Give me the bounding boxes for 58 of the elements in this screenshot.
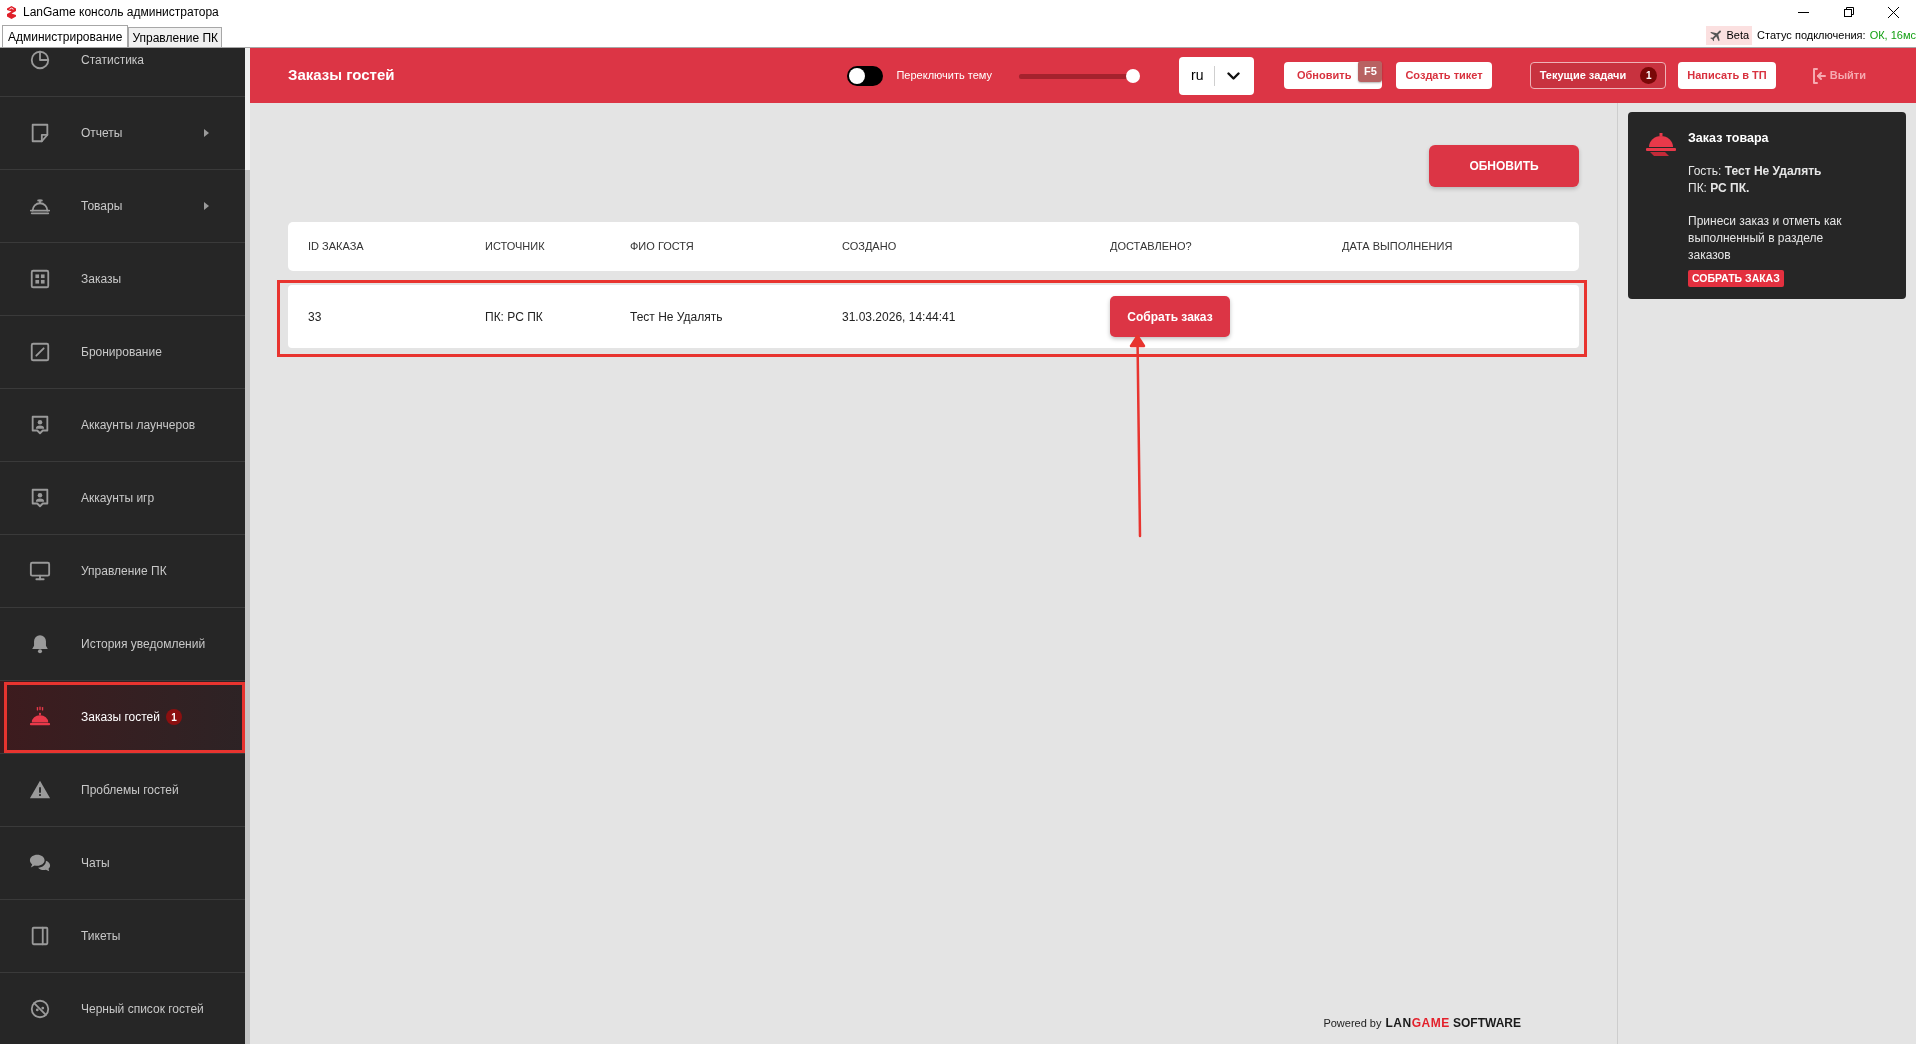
user-card-icon bbox=[29, 487, 51, 509]
count-badge: 1 bbox=[165, 709, 182, 725]
notification-text: ПК: РС ПК. bbox=[1688, 180, 1751, 197]
app-logo-icon bbox=[6, 5, 17, 19]
refresh-button[interactable]: Обновить F5 bbox=[1284, 62, 1383, 89]
header-button[interactable]: Написать в ТП bbox=[1678, 62, 1776, 89]
chat-bubbles-icon bbox=[29, 852, 51, 874]
user-card-icon bbox=[29, 414, 51, 436]
minimize-icon bbox=[1798, 11, 1809, 13]
slider-thumb[interactable] bbox=[1126, 68, 1140, 83]
shortcut-key: F5 bbox=[1358, 61, 1383, 82]
refresh-button[interactable]: ОБНОВИТЬ bbox=[1429, 145, 1579, 187]
monitor-icon bbox=[29, 560, 51, 582]
connection-status-label: Статус подключения: bbox=[1757, 28, 1866, 44]
grid-icon bbox=[29, 268, 51, 290]
cloche-icon bbox=[1646, 130, 1676, 158]
collect-order-button[interactable]: СОБРАТЬ ЗАКАЗ bbox=[1688, 270, 1784, 287]
slider-track[interactable] bbox=[1019, 68, 1139, 83]
panel-icon bbox=[29, 925, 51, 947]
column-header: ДОСТАВЛЕНО? bbox=[1110, 239, 1193, 255]
column-header: ДАТА ВЫПОЛНЕНИЯ bbox=[1342, 239, 1454, 255]
table-cell-text: ПК: РС ПК bbox=[485, 308, 544, 326]
count-badge: 1 bbox=[1640, 67, 1658, 84]
restore-icon bbox=[1843, 7, 1854, 17]
slash-square-icon bbox=[29, 341, 51, 363]
notification-text: Гость: Тест Не Удалять bbox=[1688, 163, 1823, 180]
chevron-down-icon bbox=[1227, 71, 1240, 80]
notification-title: Заказ товара bbox=[1688, 130, 1770, 147]
connection-status-value: ОК, 16мс bbox=[1869, 28, 1916, 44]
brand-logo: LANGAME SOFTWARE bbox=[1385, 1015, 1521, 1032]
language-select[interactable]: ru bbox=[1179, 56, 1254, 95]
note-icon bbox=[29, 122, 51, 144]
table-cell-text: 31.03.2026, 14:44:41 bbox=[842, 308, 957, 326]
powered-by-text: Powered by bbox=[1323, 1015, 1382, 1031]
theme-toggle-label: Переключить тему bbox=[896, 68, 992, 84]
app-tab[interactable]: Администрирование bbox=[2, 25, 129, 47]
theme-toggle[interactable] bbox=[847, 65, 884, 86]
pie-chart-icon bbox=[29, 49, 51, 71]
app-tab[interactable]: Управление ПК bbox=[128, 27, 223, 47]
tasks-button[interactable]: Текущие задачи 1 bbox=[1529, 62, 1667, 89]
page-title: Заказы гостей bbox=[288, 65, 395, 86]
warning-icon bbox=[29, 779, 51, 801]
ban-icon bbox=[29, 998, 51, 1020]
column-header: ID ЗАКАЗА bbox=[308, 239, 365, 255]
column-header: ИСТОЧНИК bbox=[485, 239, 546, 255]
exit-icon bbox=[1811, 67, 1826, 84]
sidebar-item[interactable]: Заказы гостей 1 bbox=[0, 681, 245, 754]
column-header: СОЗДАНО bbox=[842, 239, 898, 255]
table-cell-text: Тест Не Удалять bbox=[630, 308, 724, 326]
header-button[interactable]: Создать тикет bbox=[1396, 62, 1492, 89]
beta-label: Beta bbox=[1726, 28, 1750, 44]
cloche-icon bbox=[29, 706, 51, 728]
column-header: ФИО ГОСТЯ bbox=[630, 239, 695, 255]
window-title: LanGame консоль администратора bbox=[23, 4, 219, 21]
notification-message: Принеси заказ и отметь как выполненный в разделе заказов bbox=[1688, 213, 1843, 264]
table-cell-text: 33 bbox=[308, 308, 323, 326]
close-icon bbox=[1888, 6, 1899, 18]
collect-order-button[interactable]: Собрать заказ bbox=[1110, 296, 1230, 337]
